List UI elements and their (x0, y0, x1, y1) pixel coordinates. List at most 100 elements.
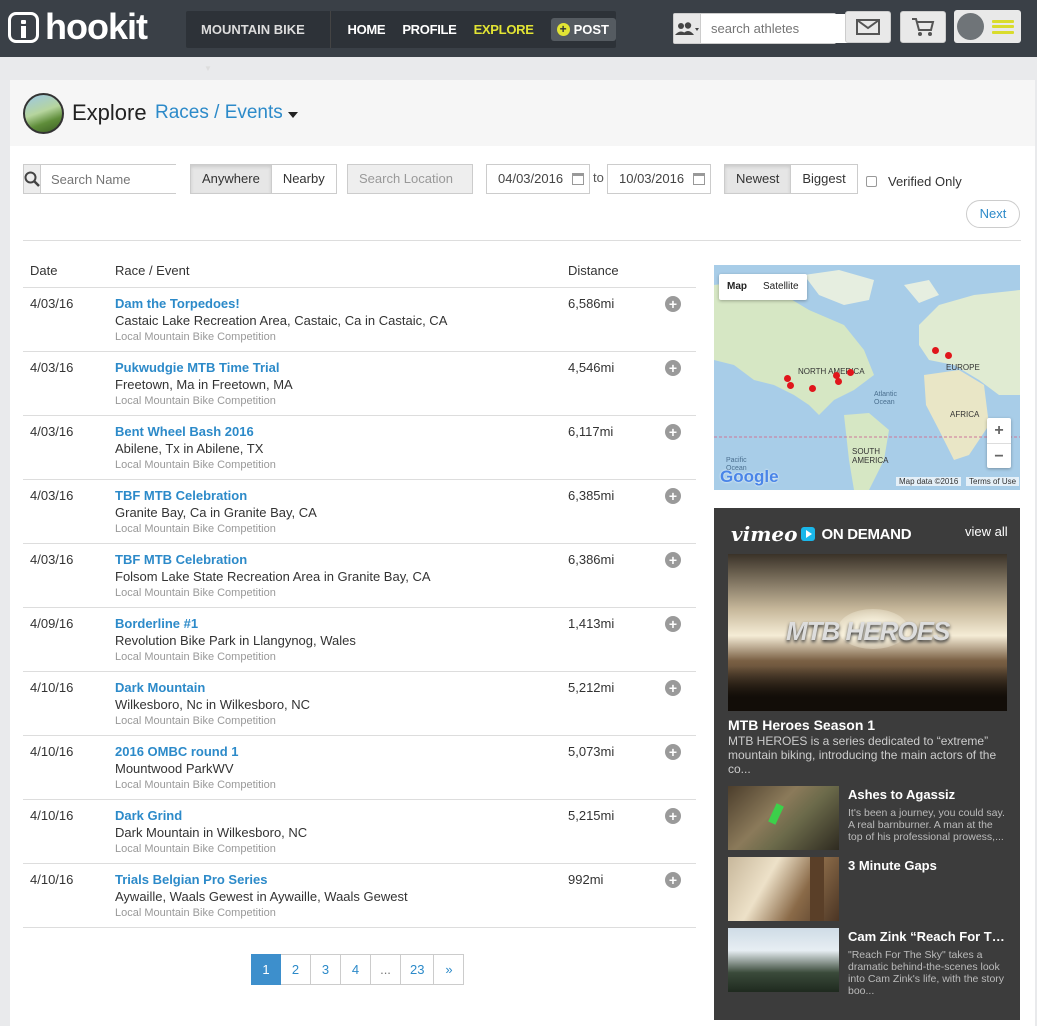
add-event-icon[interactable]: + (665, 424, 681, 440)
zoom-in-button[interactable]: + (987, 418, 1011, 443)
featured-video-title[interactable]: MTB Heroes Season 1 (728, 717, 875, 733)
page-next[interactable]: » (434, 954, 465, 985)
hookit-logo-icon (8, 11, 39, 43)
event-type: Local Mountain Bike Competition (115, 395, 276, 407)
video-thumbnail[interactable] (728, 857, 839, 921)
video-title[interactable]: 3 Minute Gaps (848, 858, 1010, 873)
events-map[interactable]: NORTH AMERICA EUROPE AFRICA SOUTH AMERIC… (714, 265, 1020, 490)
google-logo[interactable]: Google (720, 467, 779, 487)
add-event-icon[interactable]: + (665, 808, 681, 824)
map-marker[interactable] (809, 385, 816, 392)
table-row: 4/09/16 Borderline #1 Revolution Bike Park… (23, 608, 696, 672)
page-3[interactable]: 3 (311, 954, 341, 985)
featured-video-thumbnail[interactable]: MTB HEROES (728, 554, 1007, 711)
post-button[interactable]: + POST (550, 18, 616, 41)
map-marker[interactable] (847, 369, 854, 376)
add-event-icon[interactable]: + (665, 616, 681, 632)
name-search (23, 164, 227, 194)
nav-home[interactable]: HOME (348, 22, 386, 37)
cart-button[interactable] (900, 11, 946, 43)
date-from-input[interactable]: 04/03/2016 (486, 164, 590, 194)
add-event-icon[interactable]: + (665, 680, 681, 696)
on-demand-label: ON DEMAND (821, 525, 912, 543)
add-event-icon[interactable]: + (665, 360, 681, 376)
date-to-input[interactable]: 10/03/2016 (607, 164, 711, 194)
page-23[interactable]: 23 (401, 954, 435, 985)
search-location-input[interactable]: Search Location (347, 164, 473, 194)
calendar-icon (572, 173, 584, 185)
video-title[interactable]: Cam Zink “Reach For The S... (848, 929, 1010, 944)
event-name-link[interactable]: Dark Mountain (115, 680, 205, 695)
video-item[interactable]: Cam Zink “Reach For The S... "Reach For … (728, 928, 1010, 997)
map-type-satellite[interactable]: Satellite (755, 274, 807, 300)
table-row: 4/03/16 Bent Wheel Bash 2016 Abilene, Tx i… (23, 416, 696, 480)
next-button[interactable]: Next (966, 200, 1020, 228)
verified-only-filter[interactable]: Verified Only (866, 174, 962, 189)
video-item[interactable]: 3 Minute Gaps (728, 857, 1008, 921)
add-event-icon[interactable]: + (665, 552, 681, 568)
sort-biggest-button[interactable]: Biggest (791, 164, 858, 194)
add-event-icon[interactable]: + (665, 488, 681, 504)
table-row: 4/10/16 Dark Mountain Wilkesboro, Nc in Wi… (23, 672, 696, 736)
map-marker[interactable] (932, 347, 939, 354)
event-location: Castaic Lake Recreation Area, Castaic, C… (115, 313, 448, 328)
add-event-icon[interactable]: + (665, 872, 681, 888)
sort-toggle: Newest Biggest (724, 164, 858, 194)
hookit-logo[interactable]: hookit (8, 9, 148, 45)
caret-down-icon[interactable] (288, 112, 298, 118)
map-terms-link[interactable]: Terms of Use (966, 477, 1020, 486)
sport-selector[interactable]: MOUNTAIN BIKE ▼ (186, 11, 331, 73)
view-all-link[interactable]: view all (965, 524, 1008, 539)
page-header: Explore Races / Events (10, 80, 1035, 146)
video-thumbnail[interactable] (728, 786, 839, 850)
add-event-icon[interactable]: + (665, 296, 681, 312)
explore-panel: Explore Races / Events Anywhere Nearby S… (10, 80, 1035, 1026)
event-name-link[interactable]: Bent Wheel Bash 2016 (115, 424, 254, 439)
video-title[interactable]: Ashes to Agassiz (848, 787, 1010, 802)
nav-profile[interactable]: PROFILE (402, 22, 457, 37)
map-marker[interactable] (835, 378, 842, 385)
event-name-link[interactable]: TBF MTB Celebration (115, 552, 247, 567)
nav-explore[interactable]: EXPLORE (474, 22, 534, 37)
messages-button[interactable] (845, 11, 891, 43)
event-distance: 6,117mi (568, 424, 614, 439)
event-name-link[interactable]: Trials Belgian Pro Series (115, 872, 267, 887)
sport-avatar (23, 93, 64, 134)
event-date: 4/03/16 (30, 296, 74, 311)
add-event-icon[interactable]: + (665, 744, 681, 760)
event-name-link[interactable]: Dam the Torpedoes! (115, 296, 240, 311)
table-row: 4/10/16 Trials Belgian Pro Series Aywaille… (23, 864, 696, 928)
event-name-link[interactable]: Dark Grind (115, 808, 182, 823)
event-name-link[interactable]: Borderline #1 (115, 616, 198, 631)
event-date: 4/10/16 (30, 872, 74, 887)
event-type: Local Mountain Bike Competition (115, 331, 276, 343)
zoom-out-button[interactable]: − (987, 443, 1011, 468)
play-icon (801, 527, 816, 541)
event-location: Aywaille, Waals Gewest in Aywaille, Waal… (115, 889, 408, 904)
page-4[interactable]: 4 (341, 954, 371, 985)
user-menu-button[interactable] (954, 10, 1021, 43)
verified-checkbox[interactable] (866, 176, 877, 187)
page-1[interactable]: 1 (251, 954, 281, 985)
main-nav: MOUNTAIN BIKE ▼ HOME PROFILE EXPLORE + P… (186, 11, 616, 73)
sort-newest-button[interactable]: Newest (724, 164, 792, 194)
category-selector[interactable]: Races / Events (155, 102, 283, 124)
nearby-button[interactable]: Nearby (271, 164, 337, 194)
video-thumbnail[interactable] (728, 928, 839, 992)
event-location: Mountwood ParkWV (115, 761, 234, 776)
mail-icon (856, 19, 880, 35)
event-name-link[interactable]: Pukwudgie MTB Time Trial (115, 360, 279, 375)
map-marker[interactable] (784, 375, 791, 382)
event-type: Local Mountain Bike Competition (115, 715, 276, 727)
anywhere-button[interactable]: Anywhere (190, 164, 272, 194)
people-filter-button[interactable] (674, 14, 701, 43)
event-name-link[interactable]: 2016 OMBC round 1 (115, 744, 239, 759)
search-button[interactable] (24, 165, 41, 193)
map-marker[interactable] (787, 382, 794, 389)
cart-icon (912, 18, 935, 36)
page-2[interactable]: 2 (281, 954, 311, 985)
map-marker[interactable] (945, 352, 952, 359)
video-item[interactable]: Ashes to Agassiz It's been a journey, yo… (728, 786, 1008, 850)
map-type-map[interactable]: Map (719, 274, 755, 300)
event-name-link[interactable]: TBF MTB Celebration (115, 488, 247, 503)
